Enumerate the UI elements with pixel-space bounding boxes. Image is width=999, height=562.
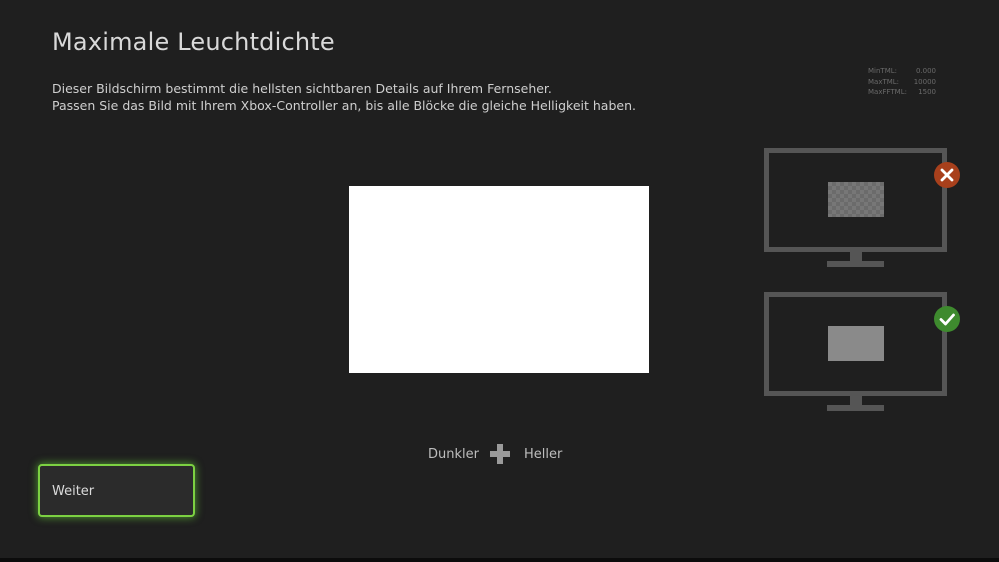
visible-pattern-block	[828, 182, 884, 217]
tv-stand-base	[827, 405, 884, 411]
calibration-test-block	[349, 186, 649, 373]
stat-label: MaxFFTML:	[868, 88, 907, 96]
stat-max-fftml: MaxFFTML: 1500	[868, 87, 936, 98]
stat-value: 0.000	[915, 67, 936, 75]
tv-stand-neck	[850, 252, 862, 261]
close-icon	[934, 162, 960, 188]
stat-max-tml: MaxTML: 10000	[868, 77, 936, 88]
brightness-adjust-hint: Dunkler Heller	[428, 444, 562, 464]
dpad-icon	[489, 443, 511, 465]
stat-value: 10000	[913, 77, 936, 86]
stat-value: 1500	[918, 88, 936, 96]
correct-example-tv	[764, 292, 960, 416]
check-icon	[934, 306, 960, 332]
tv-stand-base	[827, 261, 884, 267]
stat-min-tml: MinTML: 0.000	[868, 66, 936, 77]
uniform-block	[828, 326, 884, 361]
bottom-edge	[0, 558, 999, 562]
description-line-2: Passen Sie das Bild mit Ihrem Xbox-Contr…	[52, 98, 636, 113]
stat-label: MinTML:	[868, 67, 897, 75]
description: Dieser Bildschirm bestimmt die hellsten …	[52, 80, 636, 114]
stat-label: MaxTML:	[868, 77, 900, 86]
brighter-label: Heller	[523, 446, 563, 462]
incorrect-example-tv	[764, 148, 960, 272]
page-title: Maximale Leuchtdichte	[52, 28, 335, 56]
tv-stand-neck	[850, 396, 862, 405]
darker-label: Dunkler	[428, 446, 479, 462]
tone-mapping-stats: MinTML: 0.000 MaxTML: 10000 MaxFFTML: 15…	[868, 66, 936, 98]
description-line-1: Dieser Bildschirm bestimmt die hellsten …	[52, 81, 552, 96]
continue-button[interactable]: Weiter	[38, 464, 195, 517]
